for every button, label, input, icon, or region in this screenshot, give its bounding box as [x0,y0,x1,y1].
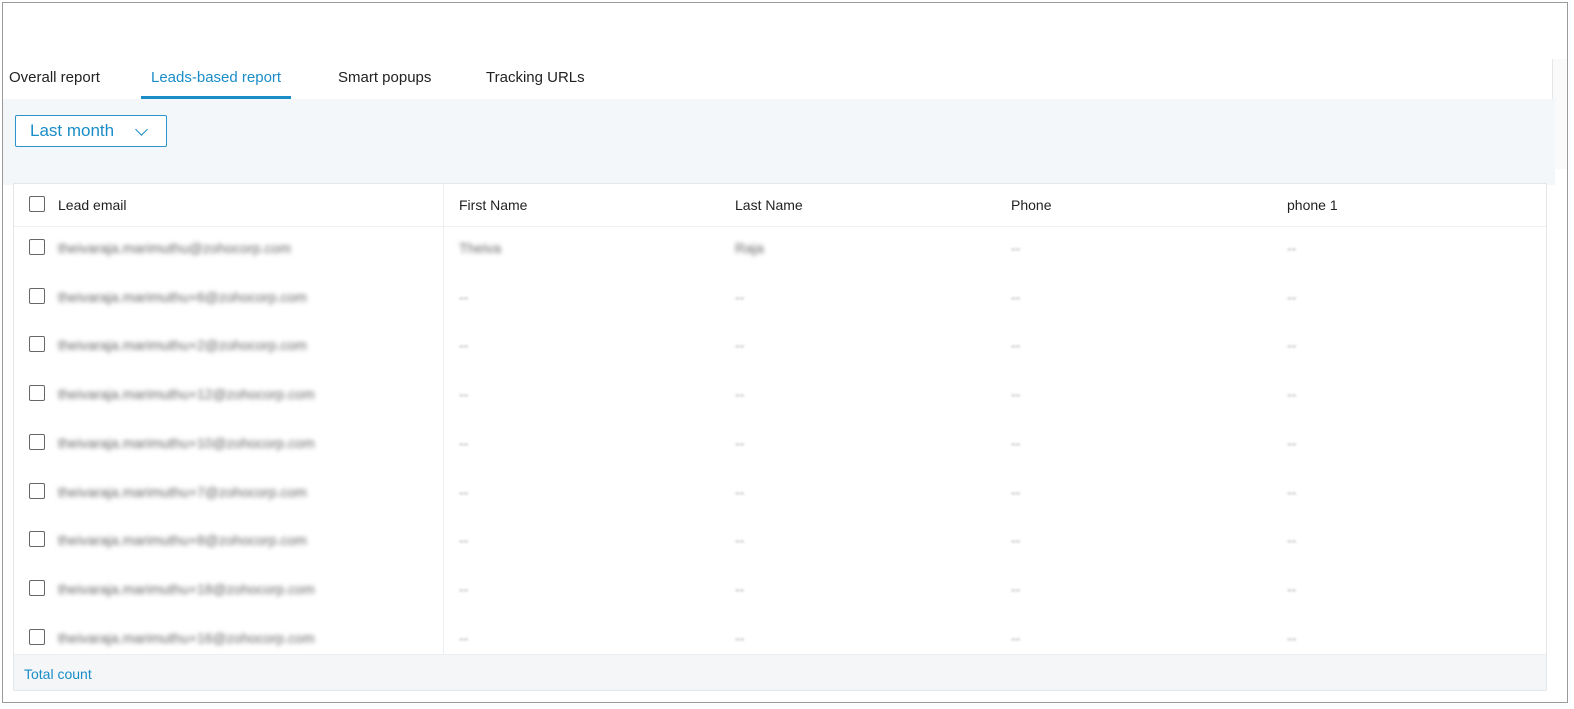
total-count-link[interactable]: Total count [24,655,92,690]
table-row[interactable]: theivaraja.marimuthu+8@zohocorp.com -- -- -… [14,518,1546,567]
filter-bar: Last month [3,99,1555,169]
select-all-checkbox[interactable] [29,196,45,212]
lead-email-cell: theivaraja.marimuthu@zohocorp.com [58,240,291,256]
phone-1-cell: -- [1287,240,1297,256]
first-name-cell: -- [459,434,469,451]
last-name-cell: -- [735,386,745,403]
lead-email-cell: theivaraja.marimuthu+8@zohocorp.com [58,532,307,549]
tab-tracking-urls[interactable]: Tracking URLs [476,59,595,97]
report-panel: Overall report Leads-based report Smart … [2,2,1568,703]
first-name-cell: -- [459,483,469,500]
lead-email-cell: theivaraja.marimuthu+16@zohocorp.com [58,629,315,646]
row-checkbox[interactable] [29,239,45,255]
row-checkbox[interactable] [29,531,45,548]
table-row[interactable]: theivaraja.marimuthu+12@zohocorp.com -- --… [14,372,1546,421]
first-name-cell: -- [459,580,469,597]
lead-email-cell: theivaraja.marimuthu+6@zohocorp.com [58,288,307,305]
table-row[interactable]: theivaraja.marimuthu+6@zohocorp.com -- -- -… [14,275,1546,324]
table-footer: Total count [14,654,1546,690]
lead-email-cell: theivaraja.marimuthu+12@zohocorp.com [58,386,315,403]
table-row[interactable]: theivaraja.marimuthu+7@zohocorp.com -- -- -… [14,470,1546,519]
last-name-cell: -- [735,532,745,549]
first-name-cell: -- [459,288,469,305]
date-range-dropdown[interactable]: Last month [15,115,167,147]
row-checkbox[interactable] [29,579,45,596]
row-checkbox[interactable] [29,336,45,353]
last-name-cell: -- [735,434,745,451]
first-name-cell: -- [459,532,469,549]
phone-1-cell: -- [1287,337,1297,354]
row-checkbox[interactable] [29,433,45,450]
first-name-cell: -- [459,629,469,646]
phone-1-cell: -- [1287,532,1297,549]
table-row[interactable]: theivaraja.marimuthu+10@zohocorp.com -- --… [14,421,1546,470]
column-header-first-name[interactable]: First Name [459,184,527,226]
first-name-cell: -- [459,386,469,403]
phone-1-cell: -- [1287,629,1297,646]
row-checkbox[interactable] [29,287,45,304]
table-row[interactable]: theivaraja.marimuthu+2@zohocorp.com -- -- -… [14,323,1546,372]
tab-leads-based-report[interactable]: Leads-based report [141,59,292,99]
last-name-cell: -- [735,580,745,597]
column-header-lead-email[interactable]: Lead email [58,184,127,226]
column-header-phone-1[interactable]: phone 1 [1287,184,1338,226]
table-row[interactable]: theivaraja.marimuthu@zohocorp.com Theiva R… [14,226,1546,275]
first-name-cell: Theiva [459,240,502,256]
last-name-cell: -- [735,629,745,646]
phone-1-cell: -- [1287,580,1297,597]
phone-cell: -- [1011,337,1021,354]
phone-cell: -- [1011,434,1021,451]
report-tabs: Overall report Leads-based report Smart … [3,59,1555,100]
last-name-cell: -- [735,483,745,500]
row-checkbox[interactable] [29,628,45,645]
lead-email-cell: theivaraja.marimuthu+7@zohocorp.com [58,483,307,500]
phone-1-cell: -- [1287,288,1297,305]
lead-email-cell: theivaraja.marimuthu+10@zohocorp.com [58,434,315,451]
row-checkbox[interactable] [29,385,45,402]
phone-cell: -- [1011,483,1021,500]
phone-cell: -- [1011,386,1021,403]
last-name-cell: Raja [735,240,764,256]
table-row[interactable]: theivaraja.marimuthu+18@zohocorp.com -- --… [14,567,1546,616]
phone-cell: -- [1011,288,1021,305]
chevron-down-icon [135,123,148,136]
phone-1-cell: -- [1287,434,1297,451]
last-name-cell: -- [735,288,745,305]
tab-overall-report[interactable]: Overall report [3,59,110,97]
phone-cell: -- [1011,629,1021,646]
phone-cell: -- [1011,580,1021,597]
phone-cell: -- [1011,532,1021,549]
leads-table: Lead email First Name Last Name Phone ph… [13,183,1547,691]
lead-email-cell: theivaraja.marimuthu+2@zohocorp.com [58,337,307,354]
first-name-cell: -- [459,337,469,354]
column-header-last-name[interactable]: Last Name [735,184,803,226]
row-checkbox[interactable] [29,482,45,499]
date-range-label: Last month [30,121,115,140]
phone-1-cell: -- [1287,386,1297,403]
last-name-cell: -- [735,337,745,354]
column-header-phone[interactable]: Phone [1011,184,1051,226]
phone-cell: -- [1011,240,1021,256]
phone-1-cell: -- [1287,483,1297,500]
lead-email-cell: theivaraja.marimuthu+18@zohocorp.com [58,580,315,597]
tab-smart-popups[interactable]: Smart popups [328,59,441,97]
table-header: Lead email First Name Last Name Phone ph… [14,184,1546,227]
